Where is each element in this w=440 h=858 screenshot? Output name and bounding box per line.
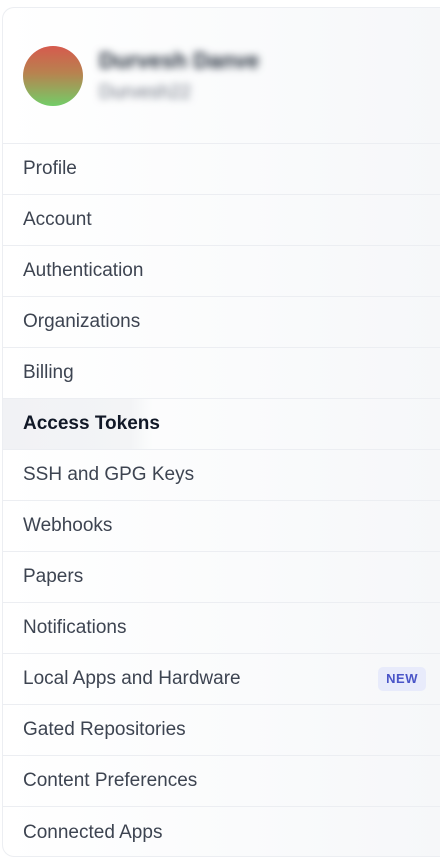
new-badge: NEW xyxy=(378,667,426,691)
nav-item-organizations[interactable]: Organizations xyxy=(3,297,440,348)
nav-item-local-apps-hardware[interactable]: Local Apps and Hardware NEW xyxy=(3,654,440,705)
nav-item-label: Gated Repositories xyxy=(23,719,186,740)
nav-item-billing[interactable]: Billing xyxy=(3,348,440,399)
nav-item-label: Notifications xyxy=(23,617,127,638)
display-name: Durvesh Danve xyxy=(99,48,260,73)
nav-item-webhooks[interactable]: Webhooks xyxy=(3,501,440,552)
nav-item-label: Authentication xyxy=(23,260,144,281)
nav-item-authentication[interactable]: Authentication xyxy=(3,246,440,297)
nav-item-account[interactable]: Account xyxy=(3,195,440,246)
settings-nav: Profile Account Authentication Organizat… xyxy=(3,144,440,856)
nav-item-label: Organizations xyxy=(23,311,141,332)
nav-item-label: SSH and GPG Keys xyxy=(23,464,195,485)
nav-item-label: Account xyxy=(23,209,92,230)
nav-item-papers[interactable]: Papers xyxy=(3,552,440,603)
nav-item-label: Profile xyxy=(23,158,77,179)
username: Durvesh22 xyxy=(99,82,191,103)
nav-item-gated-repositories[interactable]: Gated Repositories xyxy=(3,705,440,756)
nav-item-label: Billing xyxy=(23,362,74,383)
nav-item-notifications[interactable]: Notifications xyxy=(3,603,440,654)
nav-item-content-preferences[interactable]: Content Preferences xyxy=(3,756,440,807)
settings-sidebar: Durvesh Danve Durvesh22 Profile Account … xyxy=(2,7,440,857)
nav-item-label: Papers xyxy=(23,566,84,587)
nav-item-ssh-gpg-keys[interactable]: SSH and GPG Keys xyxy=(3,450,440,501)
avatar[interactable] xyxy=(23,46,83,106)
profile-header: Durvesh Danve Durvesh22 xyxy=(3,8,440,144)
nav-item-label: Local Apps and Hardware xyxy=(23,668,241,689)
nav-item-label: Connected Apps xyxy=(23,821,163,843)
nav-item-access-tokens[interactable]: Access Tokens xyxy=(3,399,440,450)
nav-item-label: Content Preferences xyxy=(23,770,198,791)
nav-item-label: Access Tokens xyxy=(23,413,160,434)
nav-item-profile[interactable]: Profile xyxy=(3,144,440,195)
nav-item-label: Webhooks xyxy=(23,515,113,536)
nav-item-connected-apps[interactable]: Connected Apps xyxy=(3,807,440,856)
